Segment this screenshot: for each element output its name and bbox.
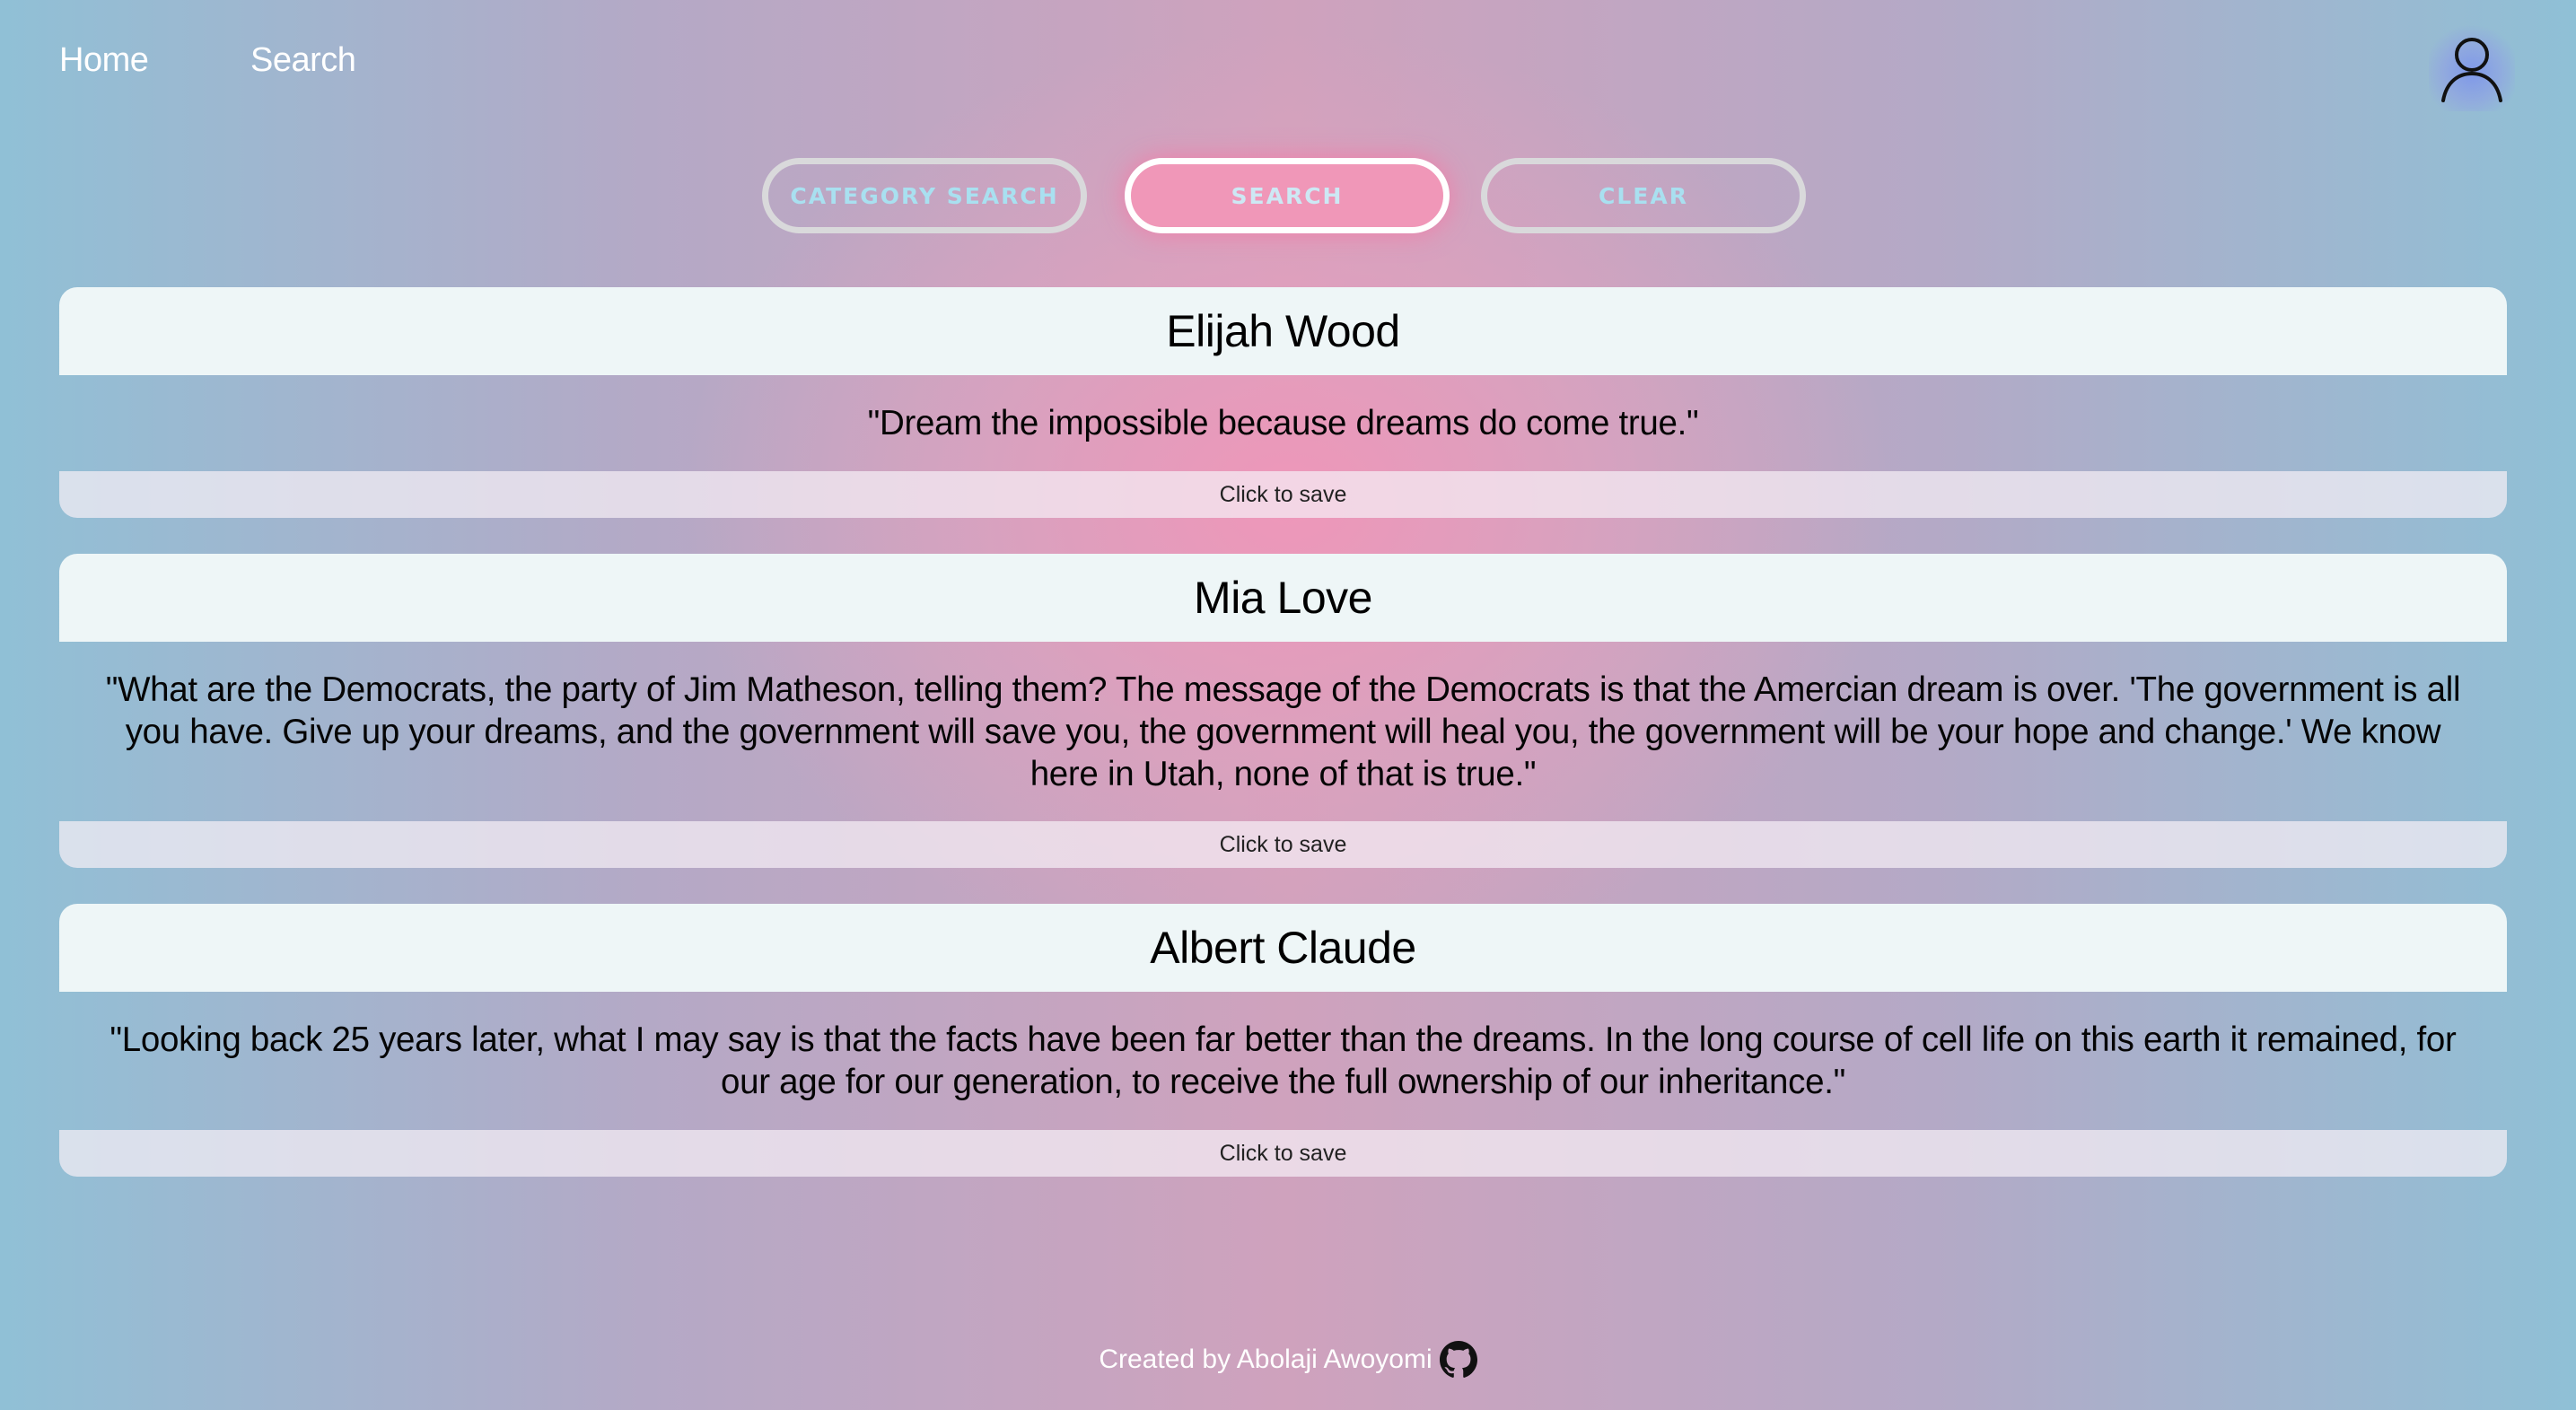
save-quote-button[interactable]: Click to save: [59, 1130, 2507, 1177]
nav-home-link[interactable]: Home: [59, 41, 149, 80]
category-search-button[interactable]: CATEGORY SEARCH: [762, 158, 1087, 233]
github-icon[interactable]: [1439, 1341, 1477, 1379]
user-icon: [2441, 38, 2502, 102]
footer-credit: Created by Abolaji Awoyomi: [1099, 1344, 1433, 1374]
quote-card: Albert Claude "Looking back 25 years lat…: [59, 904, 2507, 1177]
quote-card: Elijah Wood "Dream the impossible becaus…: [59, 287, 2507, 518]
save-quote-button[interactable]: Click to save: [59, 821, 2507, 868]
nav-search-link[interactable]: Search: [250, 41, 356, 80]
save-quote-button[interactable]: Click to save: [59, 471, 2507, 518]
search-button[interactable]: SEARCH: [1125, 158, 1450, 233]
quote-text: "Dream the impossible because dreams do …: [867, 404, 1699, 442]
quote-author: Elijah Wood: [59, 287, 2507, 375]
user-avatar-button[interactable]: [2429, 25, 2515, 111]
quote-card: Mia Love "What are the Democrats, the pa…: [59, 554, 2507, 868]
quote-text: "Looking back 25 years later, what I may…: [110, 1020, 2457, 1101]
quote-author: Albert Claude: [59, 904, 2507, 992]
quote-text: "What are the Democrats, the party of Ji…: [105, 670, 2461, 793]
clear-button[interactable]: CLEAR: [1481, 158, 1806, 233]
footer: Created by Abolaji Awoyomi: [0, 1341, 2576, 1379]
quote-author: Mia Love: [59, 554, 2507, 642]
